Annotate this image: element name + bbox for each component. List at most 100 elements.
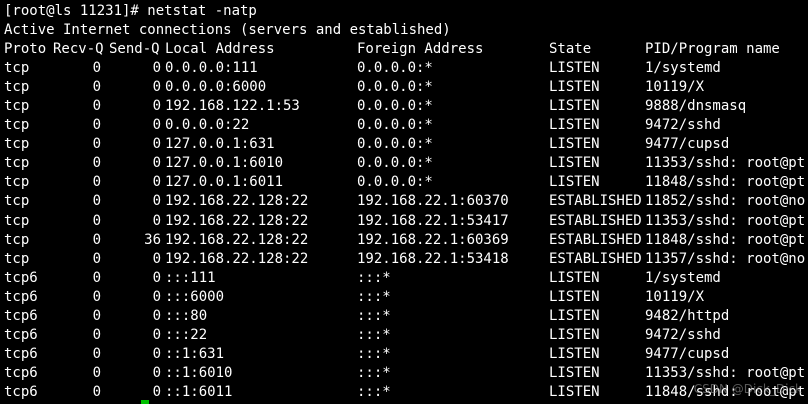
header-proto: Proto	[4, 41, 47, 58]
cell-state: LISTEN	[549, 364, 600, 381]
cell-sendq: 0	[152, 79, 161, 96]
cell-local: 192.168.22.128:22	[165, 250, 309, 267]
cell-proto: tcp	[4, 136, 30, 153]
terminal-window[interactable]: { "terminal": { "prompt": "[root@ls 1123…	[0, 0, 808, 404]
table-row: tcp 0 36 192.168.22.128:22 192.168.22.1:6036…	[4, 231, 808, 250]
cell-proto: tcp6	[4, 307, 38, 324]
table-row: tcp6 0 0:::80:::* LISTEN 9482/httpd	[4, 307, 808, 326]
cell-sendq: 0	[152, 326, 161, 343]
cell-state: LISTEN	[549, 117, 600, 134]
cell-foreign: :::*	[357, 269, 391, 286]
cell-local: ::1:6010	[165, 364, 233, 381]
cell-local: 127.0.0.1:6011	[165, 174, 284, 191]
cell-pid: 11848/sshd: root@pt	[645, 174, 806, 191]
cell-sendq: 0	[152, 136, 161, 153]
cell-pid: 9888/dnsmasq	[645, 98, 747, 115]
cell-foreign: :::*	[357, 307, 391, 324]
cell-recvq: 0	[92, 231, 101, 248]
cell-foreign: 0.0.0.0:*	[357, 79, 433, 96]
command-prompt: [root@ls 11231]# netstat -natp	[4, 3, 257, 19]
cell-proto: tcp6	[4, 383, 38, 400]
cell-recvq: 0	[92, 98, 101, 115]
cell-pid: 10119/X	[645, 79, 705, 96]
cell-recvq: 0	[92, 193, 101, 210]
cell-proto: tcp	[4, 212, 30, 229]
cell-proto: tcp	[4, 174, 30, 191]
table-row: tcp 0 0 127.0.0.1:6011 0.0.0.0:* LISTEN 11848/…	[4, 173, 808, 192]
table-row: tcp 0 0 0.0.0.0:6000 0.0.0.0:* LISTEN 10119/X	[4, 78, 808, 97]
cell-recvq: 0	[92, 60, 101, 77]
table-row: tcp6 0 0:::111:::* LISTEN 1/systemd	[4, 269, 808, 288]
cell-state: LISTEN	[549, 136, 600, 153]
table-row: tcp6 0 0:::6000:::* LISTEN 10119/X	[4, 288, 808, 307]
cell-sendq: 0	[152, 155, 161, 172]
cell-local: :::6000	[165, 288, 225, 305]
header-recvq: Recv-Q	[53, 41, 104, 58]
cell-proto: tcp6	[4, 288, 38, 305]
cell-local: ::1:6011	[165, 383, 233, 400]
cell-state: LISTEN	[549, 60, 600, 77]
cell-proto: tcp	[4, 60, 30, 77]
cell-pid: 10119/X	[645, 288, 705, 305]
table-row: tcp 0 0 192.168.22.128:22 192.168.22.1:60370…	[4, 192, 808, 211]
cell-proto: tcp6	[4, 326, 38, 343]
cell-sendq: 0	[152, 383, 161, 400]
cell-state: ESTABLISHED	[549, 250, 642, 267]
cell-state: ESTABLISHED	[549, 193, 642, 210]
cell-local: :::22	[165, 326, 208, 343]
cell-recvq: 0	[92, 326, 101, 343]
cell-local: 0.0.0.0:22	[165, 117, 250, 134]
cell-pid: 11353/sshd: root@pt	[645, 364, 806, 381]
cell-recvq: 0	[92, 174, 101, 191]
cell-pid: 1/systemd	[645, 60, 721, 77]
cell-sendq: 0	[152, 269, 161, 286]
cell-local: ::1:631	[165, 345, 225, 362]
cell-local: 127.0.0.1:6010	[165, 155, 284, 172]
cell-local: 192.168.122.1:53	[165, 98, 300, 115]
cell-local: 127.0.0.1:631	[165, 136, 275, 153]
cell-recvq: 0	[92, 307, 101, 324]
cell-foreign: :::*	[357, 383, 391, 400]
header-state: State	[549, 41, 592, 58]
cell-pid: 9482/httpd	[645, 307, 730, 324]
cell-sendq: 36	[144, 231, 161, 248]
cell-recvq: 0	[92, 383, 101, 400]
cell-proto: tcp	[4, 155, 30, 172]
cell-state: LISTEN	[549, 288, 600, 305]
cell-foreign: :::*	[357, 288, 391, 305]
cell-foreign: :::*	[357, 364, 391, 381]
cell-pid: 11848/sshd: root@pt	[645, 231, 806, 248]
cell-pid: 1/systemd	[645, 269, 721, 286]
table-header: Proto Recv-Q Send-Q Local Address Foreig…	[4, 40, 808, 59]
cell-state: ESTABLISHED	[549, 212, 642, 229]
cell-pid: 11357/sshd: root@no	[645, 250, 806, 267]
cell-state: LISTEN	[549, 307, 600, 324]
cell-state: LISTEN	[549, 174, 600, 191]
cell-state: LISTEN	[549, 383, 600, 400]
cell-foreign: 0.0.0.0:*	[357, 136, 433, 153]
cell-recvq: 0	[92, 364, 101, 381]
cell-proto: tcp	[4, 79, 30, 96]
cell-recvq: 0	[92, 136, 101, 153]
terminal-output[interactable]: [root@ls 11231]# netstat -natp Active In…	[4, 2, 808, 402]
header-local-address: Local Address	[165, 41, 275, 58]
table-row: tcp6 0 0::1:631:::* LISTEN 9477/cupsd	[4, 345, 808, 364]
header-sendq: Send-Q	[109, 41, 160, 58]
cell-state: LISTEN	[549, 269, 600, 286]
cell-proto: tcp6	[4, 269, 38, 286]
cell-recvq: 0	[92, 155, 101, 172]
cell-foreign: 192.168.22.1:53417	[357, 212, 509, 229]
cell-sendq: 0	[152, 98, 161, 115]
cell-recvq: 0	[92, 288, 101, 305]
cell-sendq: 0	[152, 212, 161, 229]
cell-pid: 11852/sshd: root@no	[645, 193, 806, 210]
cell-foreign: :::*	[357, 326, 391, 343]
cell-recvq: 0	[92, 79, 101, 96]
connection-rows: tcp 0 0 0.0.0.0:111 0.0.0.0:* LISTEN 1/systemd…	[4, 59, 808, 402]
table-row: tcp 0 0 192.168.22.128:22 192.168.22.1:53417…	[4, 212, 808, 231]
cell-recvq: 0	[92, 345, 101, 362]
table-row: tcp 0 0 0.0.0.0:22 0.0.0.0:* LISTEN 9472/sshd	[4, 116, 808, 135]
cell-pid: 9477/cupsd	[645, 136, 730, 153]
cell-proto: tcp6	[4, 364, 38, 381]
cell-local: 0.0.0.0:6000	[165, 79, 267, 96]
